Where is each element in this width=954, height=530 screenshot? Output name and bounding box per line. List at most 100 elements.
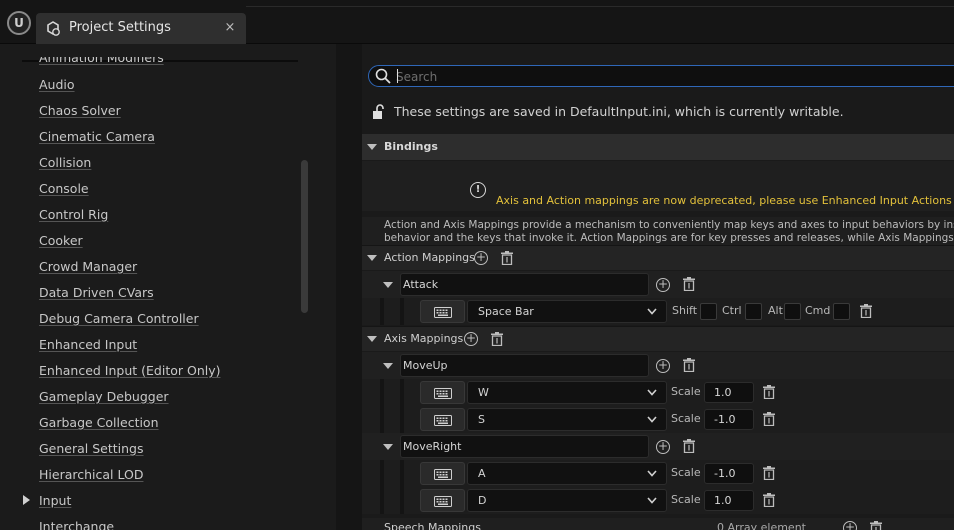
unlocked-lock-icon[interactable] xyxy=(372,104,386,120)
sidebar-item-gameplay-debugger[interactable]: Gameplay Debugger xyxy=(39,389,169,409)
trash-icon[interactable] xyxy=(683,358,695,372)
trash-icon[interactable] xyxy=(860,304,872,318)
speech-mappings-row: Speech Mappings 0 Array element + xyxy=(362,518,954,530)
settings-category-sidebar: Animation Modifiers Audio Chaos Solver C… xyxy=(0,44,336,530)
scale-label: Scale xyxy=(671,385,701,398)
trash-icon[interactable] xyxy=(870,521,882,530)
plus-circle-icon[interactable]: + xyxy=(474,251,488,265)
title-bar: U Project Settings × xyxy=(0,0,954,44)
action-mappings-header[interactable]: Action Mappings + xyxy=(362,245,954,270)
key-dropdown[interactable]: W xyxy=(467,381,667,404)
search-icon xyxy=(375,68,391,84)
plus-circle-icon[interactable]: + xyxy=(843,521,857,530)
action-mappings-label: Action Mappings xyxy=(384,251,475,264)
collapse-arrow-icon[interactable] xyxy=(383,444,393,450)
collapse-arrow-icon[interactable] xyxy=(367,336,377,342)
sidebar-item-data-driven-cvars[interactable]: Data Driven CVars xyxy=(39,285,154,305)
collapse-arrow-icon[interactable] xyxy=(383,363,393,369)
shift-checkbox[interactable] xyxy=(700,303,717,320)
sidebar-item-general-settings[interactable]: General Settings xyxy=(39,441,144,461)
sidebar-scrollbar[interactable] xyxy=(301,160,308,313)
sidebar-item-garbage-collection[interactable]: Garbage Collection xyxy=(39,415,159,435)
sidebar-item-hierarchical-lod[interactable]: Hierarchical LOD xyxy=(39,467,143,487)
plus-circle-icon[interactable]: + xyxy=(656,359,670,373)
search-box[interactable] xyxy=(368,65,954,87)
trash-icon[interactable] xyxy=(501,251,513,265)
window-edge-line xyxy=(246,6,954,7)
key-capture-button[interactable] xyxy=(420,462,465,485)
settings-gear-icon xyxy=(44,20,62,38)
key-capture-button[interactable] xyxy=(420,381,465,404)
sidebar-item-cooker[interactable]: Cooker xyxy=(39,233,83,253)
indent-guide xyxy=(380,460,384,487)
key-capture-button[interactable] xyxy=(420,489,465,512)
notice-text: These settings are saved in DefaultInput… xyxy=(394,104,844,119)
bindings-section-header[interactable]: Bindings xyxy=(362,134,954,160)
scale-input[interactable]: -1.0 xyxy=(704,409,754,430)
collapse-arrow-icon[interactable] xyxy=(367,144,377,150)
shift-modifier-label: Shift xyxy=(672,304,698,317)
trash-icon[interactable] xyxy=(763,466,775,480)
expand-arrow-icon[interactable] xyxy=(23,495,30,505)
plus-circle-icon[interactable]: + xyxy=(656,278,670,292)
key-dropdown[interactable]: Space Bar xyxy=(467,300,667,323)
sidebar-item-debug-camera-controller[interactable]: Debug Camera Controller xyxy=(39,311,199,331)
axis-mappings-header[interactable]: Axis Mappings + xyxy=(362,326,954,351)
indent-guide xyxy=(400,298,404,325)
key-dropdown-value: A xyxy=(478,467,486,480)
key-dropdown[interactable]: A xyxy=(467,462,667,485)
ctrl-checkbox[interactable] xyxy=(745,303,762,320)
key-dropdown[interactable]: S xyxy=(467,408,667,431)
trash-icon[interactable] xyxy=(763,412,775,426)
sidebar-item-audio[interactable]: Audio xyxy=(39,77,75,97)
indent-guide xyxy=(400,406,404,433)
sidebar-item-chaos-solver[interactable]: Chaos Solver xyxy=(39,103,121,123)
scale-label: Scale xyxy=(671,493,701,506)
trash-icon[interactable] xyxy=(683,439,695,453)
close-tab-button[interactable]: × xyxy=(222,19,238,37)
axis-name-field[interactable]: MoveRight xyxy=(400,435,649,458)
collapse-arrow-icon[interactable] xyxy=(367,255,377,261)
exclamation-circle-icon: ! xyxy=(470,182,486,198)
key-dropdown-value: Space Bar xyxy=(478,305,534,318)
sidebar-item-interchange[interactable]: Interchange xyxy=(39,519,114,530)
scale-label: Scale xyxy=(671,466,701,479)
key-dropdown-value: S xyxy=(478,413,485,426)
collapse-arrow-icon[interactable] xyxy=(383,282,393,288)
trash-icon[interactable] xyxy=(491,332,503,346)
sidebar-item-control-rig[interactable]: Control Rig xyxy=(39,207,108,227)
sidebar-item-enhanced-input-editor-only[interactable]: Enhanced Input (Editor Only) xyxy=(39,363,221,383)
action-name-field[interactable]: Attack xyxy=(400,273,649,296)
chevron-down-icon xyxy=(647,389,657,396)
axis-name-field[interactable]: MoveUp xyxy=(400,354,649,377)
sidebar-item-collision[interactable]: Collision xyxy=(39,155,91,175)
axis-mappings-label: Axis Mappings xyxy=(384,332,464,345)
chevron-down-icon xyxy=(647,497,657,504)
cmd-checkbox[interactable] xyxy=(833,303,850,320)
trash-icon[interactable] xyxy=(763,493,775,507)
plus-circle-icon[interactable]: + xyxy=(656,440,670,454)
sidebar-item-cinematic-camera[interactable]: Cinematic Camera xyxy=(39,129,155,149)
trash-icon[interactable] xyxy=(763,385,775,399)
trash-icon[interactable] xyxy=(683,277,695,291)
key-capture-button[interactable] xyxy=(420,408,465,431)
scale-input[interactable]: 1.0 xyxy=(704,490,754,511)
plus-circle-icon[interactable]: + xyxy=(464,332,478,346)
axis-mapping-moveright: MoveRight + xyxy=(362,433,954,460)
chevron-down-icon xyxy=(647,308,657,315)
sidebar-item-console[interactable]: Console xyxy=(39,181,89,201)
alt-checkbox[interactable] xyxy=(784,303,801,320)
key-capture-button[interactable] xyxy=(420,300,465,323)
sidebar-item-animation-modifiers[interactable]: Animation Modifiers xyxy=(39,57,164,70)
sidebar-item-input[interactable]: Input xyxy=(39,493,71,513)
tab-project-settings[interactable]: Project Settings × xyxy=(36,13,246,44)
sidebar-item-crowd-manager[interactable]: Crowd Manager xyxy=(39,259,137,279)
scale-input[interactable]: -1.0 xyxy=(704,463,754,484)
key-dropdown[interactable]: D xyxy=(467,489,667,512)
alt-modifier-label: Alt xyxy=(768,304,783,317)
scale-input[interactable]: 1.0 xyxy=(704,382,754,403)
sidebar-item-enhanced-input[interactable]: Enhanced Input xyxy=(39,337,137,357)
search-input[interactable] xyxy=(396,68,954,85)
array-count-label: 0 Array element xyxy=(717,521,806,530)
unreal-logo-icon[interactable]: U xyxy=(7,11,31,35)
